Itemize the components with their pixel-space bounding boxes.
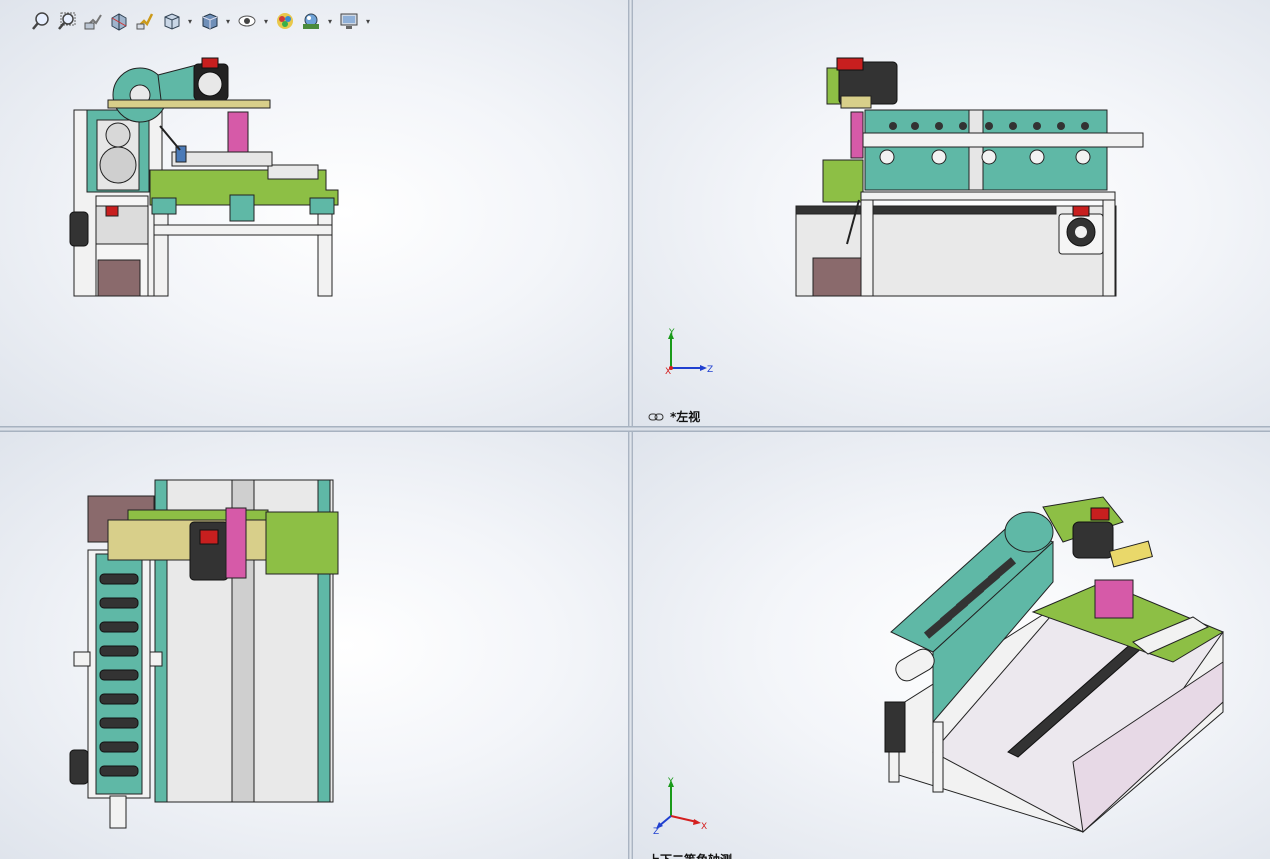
edit-appearance-icon[interactable] [274, 10, 296, 32]
coordinate-triad-dimetric: Y X Z [653, 777, 707, 836]
top-view-model[interactable] [0, 432, 628, 859]
display-style-icon[interactable] [198, 10, 220, 32]
apply-scene-dropdown-icon[interactable]: ▾ [326, 10, 334, 32]
viewport-front[interactable]: ▾ ▾ ▾ ▾ ▾ [0, 0, 628, 426]
triad-y-label: Y [668, 328, 675, 338]
view-orientation-icon[interactable] [160, 10, 182, 32]
triad-x-label: X [701, 822, 707, 832]
dynamic-annotation-icon[interactable] [134, 10, 156, 32]
horizontal-viewport-splitter[interactable] [0, 426, 1270, 432]
view-settings-icon[interactable] [338, 10, 360, 32]
hide-show-dropdown-icon[interactable]: ▾ [262, 10, 270, 32]
triad-y-label: Y [667, 777, 674, 787]
view-name-label: 上下二等角轴测 [648, 851, 732, 859]
triad-x-label: X [665, 367, 671, 376]
front-view-model[interactable] [0, 0, 628, 426]
triad-z-label: Z [707, 365, 713, 375]
heads-up-view-toolbar: ▾ ▾ ▾ ▾ ▾ [30, 8, 372, 34]
view-settings-dropdown-icon[interactable]: ▾ [364, 10, 372, 32]
view-name-text: *左视 [670, 410, 701, 424]
viewport-left[interactable]: Y Z X *左视 [633, 0, 1270, 426]
display-style-dropdown-icon[interactable]: ▾ [224, 10, 232, 32]
view-name-label: *左视 [648, 408, 700, 425]
viewport-top[interactable] [0, 432, 628, 859]
apply-scene-icon[interactable] [300, 10, 322, 32]
view-orientation-dropdown-icon[interactable]: ▾ [186, 10, 194, 32]
previous-view-icon[interactable] [82, 10, 104, 32]
zoom-to-area-icon[interactable] [56, 10, 78, 32]
left-view-model[interactable] [633, 0, 1270, 426]
view-name-text: 上下二等角轴测 [648, 851, 732, 859]
hide-show-items-icon[interactable] [236, 10, 258, 32]
triad-z-label: Z [653, 827, 659, 836]
viewport-dimetric[interactable]: Y X Z 上下二等角轴测 [633, 432, 1270, 859]
coordinate-triad: Y Z X [665, 328, 713, 376]
link-view-icon [648, 413, 664, 420]
section-view-icon[interactable] [108, 10, 130, 32]
zoom-to-fit-icon[interactable] [30, 10, 52, 32]
